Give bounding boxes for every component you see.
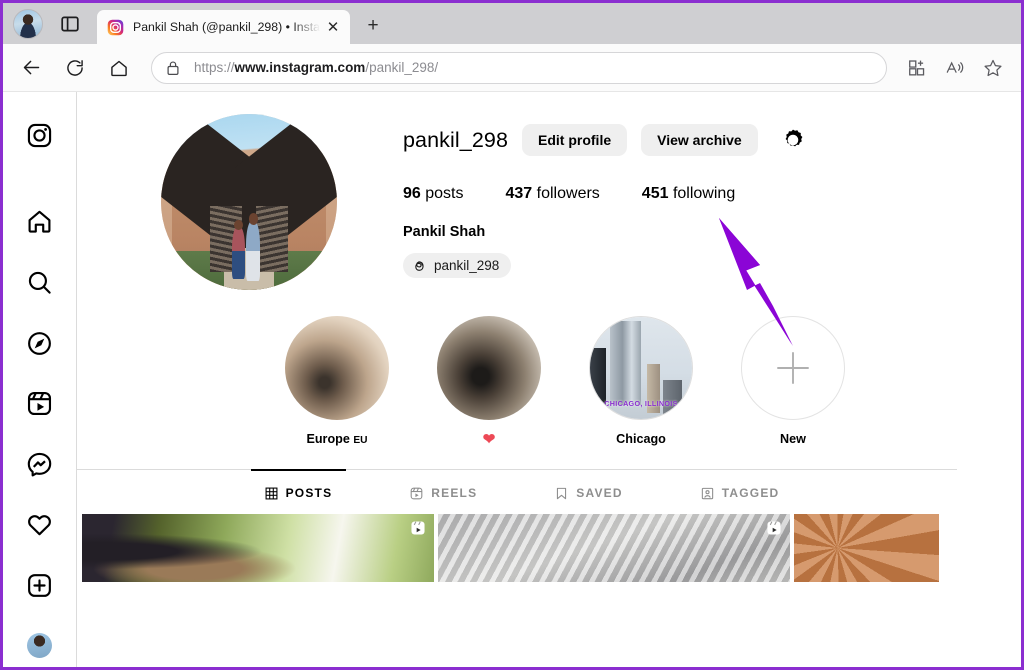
profile-header: pankil_298 Edit profile View archive 96 … bbox=[77, 92, 1021, 290]
tab-label: TAGGED bbox=[721, 486, 780, 500]
stat-posts[interactable]: 96 posts bbox=[403, 185, 464, 203]
browser-tab-title: Pankil Shah (@pankil_298) • Insta bbox=[133, 20, 320, 34]
favorites-star-icon[interactable] bbox=[977, 52, 1009, 84]
reels-icon bbox=[767, 521, 781, 535]
profile-picture[interactable] bbox=[161, 114, 337, 290]
compass-icon bbox=[28, 331, 51, 355]
tab-close-icon[interactable]: ✕ bbox=[322, 16, 344, 38]
sidebar-item-notifications[interactable] bbox=[17, 503, 63, 546]
highlight-heart[interactable]: ❤ bbox=[437, 316, 541, 447]
instagram-favicon bbox=[107, 19, 124, 35]
sidebar-item-profile[interactable] bbox=[17, 624, 63, 667]
home-icon[interactable] bbox=[102, 51, 136, 85]
home-icon bbox=[28, 211, 51, 234]
reels-icon bbox=[410, 487, 423, 499]
tab-actions-icon[interactable] bbox=[55, 9, 85, 39]
post-thumbnail-3[interactable] bbox=[794, 514, 939, 582]
profile-actions-row: pankil_298 Edit profile View archive bbox=[403, 124, 808, 156]
url-host: www.instagram.com bbox=[234, 60, 366, 75]
sidebar-item-reels[interactable] bbox=[17, 382, 63, 425]
threads-icon bbox=[415, 261, 424, 271]
bookmark-icon bbox=[557, 487, 567, 499]
edit-profile-button[interactable]: Edit profile bbox=[522, 124, 628, 156]
browser-profile-avatar[interactable] bbox=[13, 9, 43, 39]
sidebar-item-search[interactable] bbox=[17, 261, 63, 304]
highlight-cover: CHICAGO, ILLINOIS bbox=[589, 316, 693, 420]
profile-username: pankil_298 bbox=[403, 127, 509, 152]
tab-reels[interactable]: REELS bbox=[408, 470, 479, 514]
highlight-label: Chicago bbox=[616, 432, 666, 446]
url-path: /pankil_298/ bbox=[365, 60, 439, 75]
search-icon bbox=[28, 271, 51, 294]
tab-tagged[interactable]: TAGGED bbox=[699, 470, 782, 514]
reload-icon[interactable] bbox=[58, 51, 92, 85]
read-aloud-icon[interactable] bbox=[939, 52, 971, 84]
highlight-label: ❤ bbox=[482, 432, 496, 447]
plus-square-icon bbox=[28, 573, 51, 597]
collections-add-icon[interactable] bbox=[901, 52, 933, 84]
highlight-cover bbox=[437, 316, 541, 420]
profile-stats: 96 posts 437 followers 451 following bbox=[403, 185, 808, 203]
address-bar-url: https://www.instagram.com/pankil_298/ bbox=[194, 60, 438, 75]
stat-followers[interactable]: 437 followers bbox=[506, 185, 600, 203]
sidebar-item-create[interactable] bbox=[17, 564, 63, 607]
highlight-chicago[interactable]: CHICAGO, ILLINOIS Chicago bbox=[589, 316, 693, 447]
profile-full-name: Pankil Shah bbox=[403, 224, 486, 240]
tab-label: SAVED bbox=[576, 486, 623, 500]
tab-saved[interactable]: SAVED bbox=[553, 470, 624, 514]
highlight-label: New bbox=[780, 432, 806, 446]
plus-icon bbox=[777, 352, 809, 384]
settings-gear-icon[interactable] bbox=[778, 125, 808, 155]
highlight-label: Europe EU bbox=[306, 432, 368, 446]
instagram-sidebar bbox=[3, 92, 77, 667]
post-thumbnail-1[interactable] bbox=[82, 514, 434, 582]
highlight-new[interactable]: New bbox=[741, 316, 845, 447]
highlight-europe[interactable]: Europe EU bbox=[285, 316, 389, 447]
messenger-icon bbox=[27, 452, 52, 477]
reels-icon bbox=[411, 521, 425, 535]
tab-posts[interactable]: POSTS bbox=[250, 469, 346, 514]
threads-handle: pankil_298 bbox=[434, 258, 500, 273]
instagram-logo-icon bbox=[27, 123, 52, 148]
address-bar[interactable]: https://www.instagram.com/pankil_298/ bbox=[151, 51, 887, 84]
threads-badge[interactable]: pankil_298 bbox=[403, 253, 512, 278]
profile-main: pankil_298 Edit profile View archive 96 … bbox=[77, 92, 1021, 667]
tab-label: REELS bbox=[431, 486, 478, 500]
story-highlights: Europe EU ❤ CHICAGO, ILLINOIS Chicago Ne… bbox=[77, 290, 1021, 447]
reels-icon bbox=[27, 392, 52, 416]
browser-toolbar: https://www.instagram.com/pankil_298/ bbox=[3, 44, 1021, 92]
sidebar-item-home[interactable] bbox=[17, 201, 63, 244]
browser-window: Pankil Shah (@pankil_298) • Insta ✕ + ht… bbox=[0, 0, 1024, 670]
sidebar-item-instagram-logo[interactable] bbox=[17, 114, 63, 157]
post-grid bbox=[77, 514, 1021, 582]
highlight-overlay-text: CHICAGO, ILLINOIS bbox=[604, 398, 678, 408]
back-arrow-icon[interactable] bbox=[14, 51, 48, 85]
view-archive-button[interactable]: View archive bbox=[641, 124, 758, 156]
post-thumbnail-2[interactable] bbox=[438, 514, 790, 582]
browser-titlebar: Pankil Shah (@pankil_298) • Insta ✕ + bbox=[3, 3, 1021, 44]
highlight-cover bbox=[285, 316, 389, 420]
sidebar-item-explore[interactable] bbox=[17, 322, 63, 365]
lock-icon bbox=[167, 61, 179, 75]
sidebar-item-messages[interactable] bbox=[17, 443, 63, 486]
profile-avatar-icon bbox=[27, 633, 52, 659]
new-highlight-button[interactable] bbox=[741, 316, 845, 420]
tab-label: POSTS bbox=[285, 486, 333, 500]
page-content: pankil_298 Edit profile View archive 96 … bbox=[3, 92, 1021, 667]
stat-following[interactable]: 451 following bbox=[642, 185, 735, 203]
tagged-person-icon bbox=[701, 487, 713, 499]
browser-tab[interactable]: Pankil Shah (@pankil_298) • Insta ✕ bbox=[97, 10, 350, 44]
url-scheme: https:// bbox=[194, 60, 235, 75]
grid-icon bbox=[265, 487, 278, 499]
content-tabs: POSTS REELS SAVED TAGGED bbox=[77, 469, 957, 514]
heart-icon bbox=[28, 515, 51, 536]
new-tab-button[interactable]: + bbox=[358, 11, 388, 41]
